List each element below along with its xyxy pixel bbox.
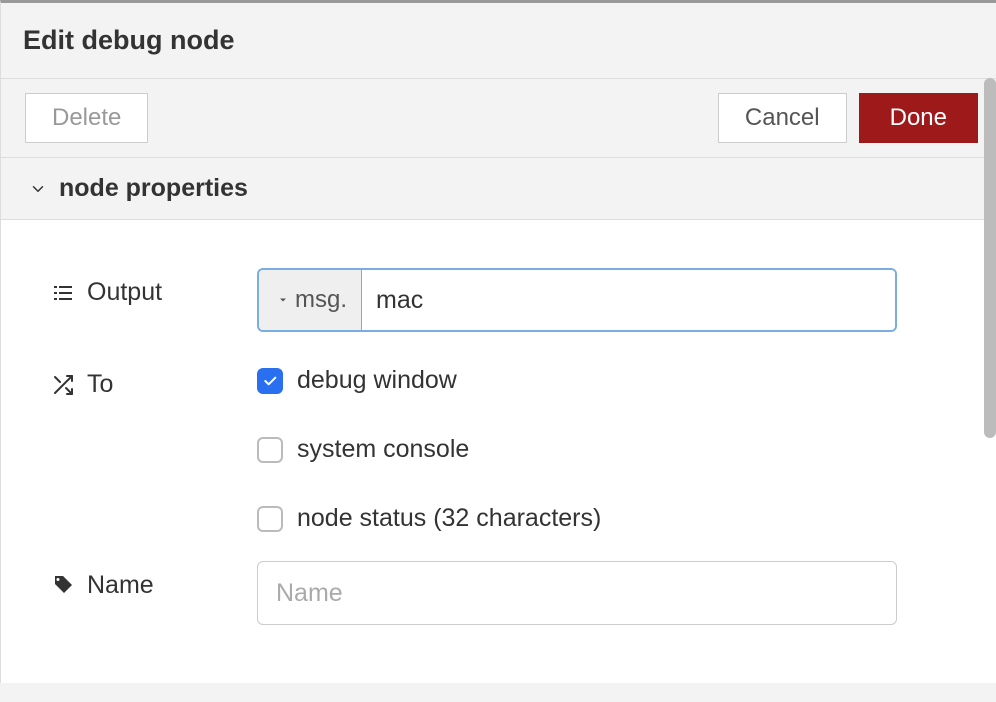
checkbox-checked-icon [257, 368, 283, 394]
to-option-system-console[interactable]: system console [257, 435, 601, 464]
toolbar: Delete Cancel Done [1, 78, 996, 158]
output-type-selector[interactable]: msg. [259, 270, 362, 330]
done-button[interactable]: Done [859, 93, 978, 143]
cancel-button[interactable]: Cancel [718, 93, 847, 143]
to-label: To [87, 370, 113, 399]
row-output: Output msg. [49, 268, 956, 332]
output-value-input[interactable] [362, 270, 895, 330]
shuffle-icon [49, 373, 77, 397]
name-label: Name [87, 571, 154, 600]
to-option-label: debug window [297, 366, 457, 395]
to-option-debug-window[interactable]: debug window [257, 366, 601, 395]
delete-button[interactable]: Delete [25, 93, 148, 143]
caret-down-icon [277, 294, 289, 306]
section-node-properties[interactable]: node properties [1, 158, 996, 220]
checkbox-unchecked-icon [257, 506, 283, 532]
output-label: Output [87, 278, 162, 307]
to-options: debug window system console node status … [257, 360, 601, 533]
output-typed-input[interactable]: msg. [257, 268, 897, 332]
section-title: node properties [59, 174, 248, 203]
to-option-label: node status (32 characters) [297, 504, 601, 533]
output-prefix: msg. [295, 286, 347, 314]
chevron-down-icon [29, 180, 47, 198]
tag-icon [49, 574, 77, 598]
checkbox-unchecked-icon [257, 437, 283, 463]
row-to: To debug window system console node stat… [49, 360, 956, 533]
list-icon [49, 281, 77, 305]
row-name: Name [49, 561, 956, 625]
to-option-label: system console [297, 435, 469, 464]
form-area: Output msg. To [1, 220, 996, 683]
to-option-node-status[interactable]: node status (32 characters) [257, 504, 601, 533]
name-input[interactable] [257, 561, 897, 625]
scrollbar[interactable] [984, 78, 996, 438]
panel-title: Edit debug node [1, 3, 996, 78]
